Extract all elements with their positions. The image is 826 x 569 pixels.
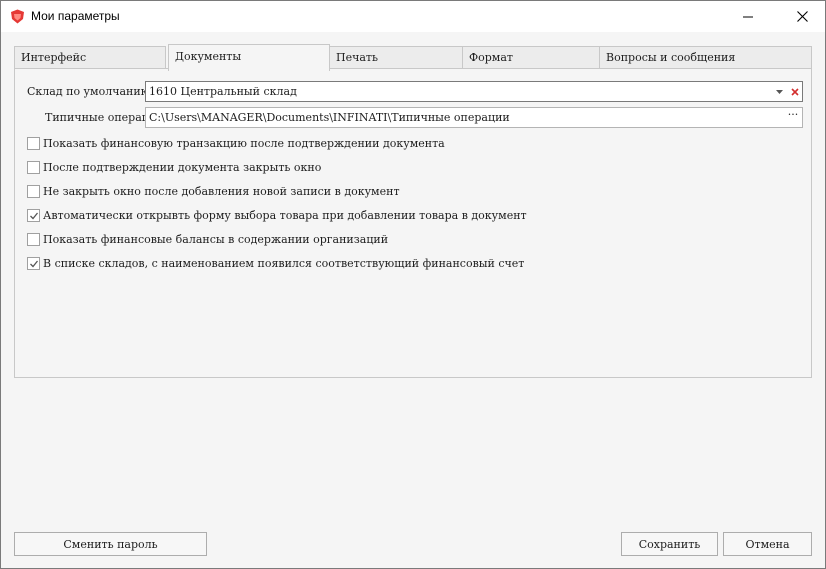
tab-questions-messages[interactable]: Вопросы и сообщения xyxy=(599,46,812,69)
check-mark-icon xyxy=(30,260,39,267)
checkbox[interactable] xyxy=(27,160,40,174)
typical-ops-path-field[interactable]: C:\Users\MANAGER\Documents\INFINATI\Типи… xyxy=(145,107,803,128)
change-password-button[interactable]: Сменить пароль xyxy=(14,532,207,556)
tab-interface[interactable]: Интерфейс xyxy=(14,46,166,69)
dropdown-arrow-icon[interactable] xyxy=(772,82,786,101)
cancel-button[interactable]: Отмена xyxy=(723,532,812,556)
checkbox[interactable] xyxy=(27,184,40,198)
app-shield-icon xyxy=(11,9,24,24)
option-close-window-after-confirm[interactable]: После подтверждении документа закрыть ок… xyxy=(27,159,321,175)
typical-ops-path-value: C:\Users\MANAGER\Documents\INFINATI\Типи… xyxy=(149,111,510,124)
checkbox-checked[interactable] xyxy=(27,256,40,270)
minimize-icon xyxy=(743,16,753,17)
title-bar: Мои параметры xyxy=(1,1,825,32)
clear-icon[interactable] xyxy=(788,82,802,101)
tab-format[interactable]: Формат xyxy=(462,46,600,69)
close-icon xyxy=(796,11,808,22)
option-auto-open-product-form[interactable]: Автоматически открывть форму выбора това… xyxy=(27,207,527,223)
default-warehouse-value: 1610 Центральный склад xyxy=(149,85,297,98)
browse-ellipsis-icon[interactable]: ··· xyxy=(784,109,802,125)
documents-panel: Склад по умолчанию 1610 Центральный скла… xyxy=(14,68,812,378)
save-button[interactable]: Сохранить xyxy=(621,532,718,556)
window-title: Мои параметры xyxy=(31,9,120,23)
option-show-fin-transaction[interactable]: Показать финансовую транзакцию после под… xyxy=(27,135,445,151)
option-warehouse-fin-account[interactable]: В списке складов, с наименованием появил… xyxy=(27,255,524,271)
settings-window: Мои параметры Интерфейс Документы Печать… xyxy=(0,0,826,569)
default-warehouse-label: Склад по умолчанию xyxy=(27,85,151,98)
check-mark-icon xyxy=(30,212,39,219)
close-button[interactable] xyxy=(779,1,825,32)
checkbox[interactable] xyxy=(27,232,40,246)
tab-documents[interactable]: Документы xyxy=(168,44,330,71)
checkbox-checked[interactable] xyxy=(27,208,40,222)
option-show-fin-balances[interactable]: Показать финансовые балансы в содержании… xyxy=(27,231,388,247)
default-warehouse-combo[interactable]: 1610 Центральный склад xyxy=(145,81,803,102)
tab-strip: Интерфейс Документы Печать Формат Вопрос… xyxy=(14,44,812,71)
option-keep-window-open[interactable]: Не закрыть окно после добавления новой з… xyxy=(27,183,400,199)
minimize-button[interactable] xyxy=(725,1,771,32)
checkbox[interactable] xyxy=(27,136,40,150)
tab-print[interactable]: Печать xyxy=(329,46,463,69)
